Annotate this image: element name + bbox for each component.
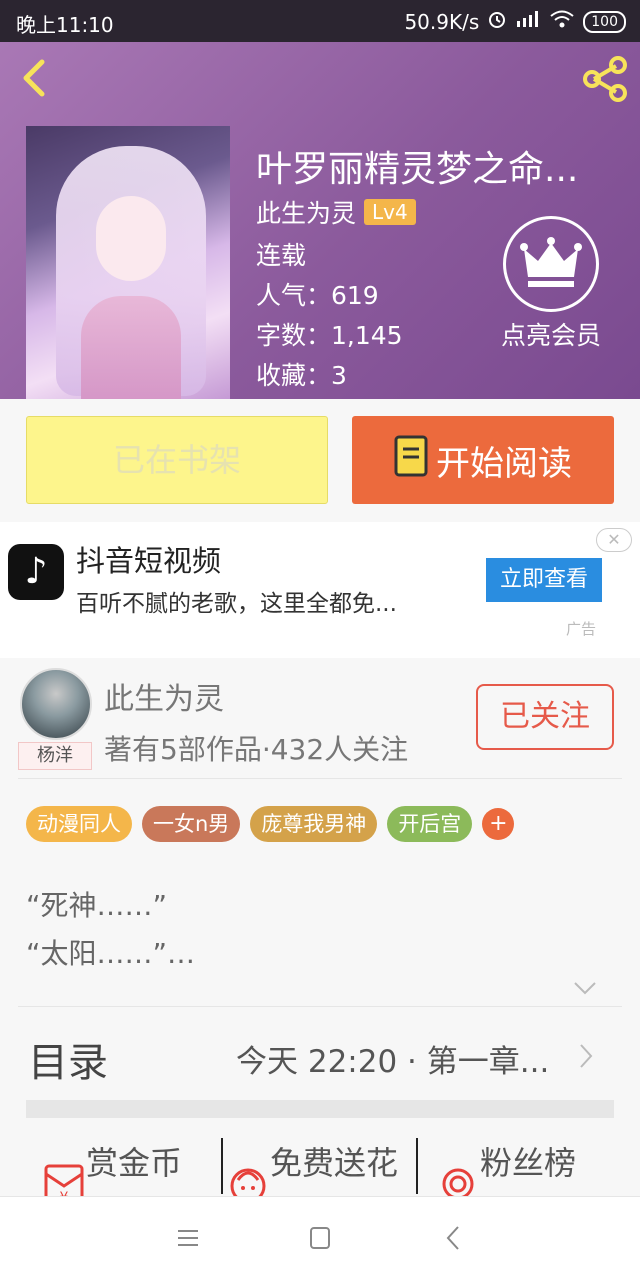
wifi-icon (549, 9, 575, 34)
book-word-count: 字数：1,145 (256, 321, 403, 350)
home-square-icon (310, 1227, 330, 1249)
book-popularity: 人气：619 (256, 281, 379, 310)
status-right: 50.9K/s 100 (404, 9, 626, 34)
back-triangle-icon (446, 1226, 459, 1250)
share-icon (583, 56, 627, 102)
start-reading-button[interactable]: 开始阅读 (352, 416, 614, 504)
divider (18, 778, 622, 779)
author-name: 此生为灵 (104, 682, 224, 717)
divider (18, 1006, 622, 1007)
start-reading-label: 开始阅读 (436, 443, 572, 484)
ad-banner[interactable]: ♪ 抖音短视频 百听不腻的老歌，这里全都免... 立即查看 ✕ 广告 (0, 522, 640, 658)
fans-label: 粉丝榜 (480, 1144, 577, 1182)
catalog-label[interactable]: 目录 (28, 1030, 108, 1088)
share-button[interactable] (580, 54, 630, 104)
intro-line: “太阳……”… (26, 937, 196, 970)
alarm-icon (487, 9, 507, 34)
tiktok-icon: ♪ (8, 544, 64, 600)
menu-icon (178, 1230, 198, 1246)
battery-indicator: 100 (583, 10, 626, 33)
chevron-right-icon (580, 1044, 593, 1068)
more-tags-button[interactable]: + (482, 808, 515, 840)
catalog-open-button[interactable] (578, 1042, 594, 1070)
book-title: 叶罗丽精灵梦之命... (256, 149, 579, 190)
tag-item[interactable]: 开后宫 (387, 806, 473, 842)
avatar-tag: 杨洋 (18, 742, 92, 770)
separator (416, 1138, 418, 1194)
section-separator (26, 1100, 614, 1118)
catalog-latest-chapter[interactable]: 今天 22:20 · 第一章... (236, 1036, 549, 1081)
book-cover[interactable] (26, 126, 230, 399)
ad-title: 抖音短视频 (76, 544, 222, 578)
book-author[interactable]: 此生为灵 (256, 194, 356, 230)
status-bar: 晚上11:10 50.9K/s 100 (0, 0, 640, 42)
vip-label: 点亮会员 (500, 321, 601, 350)
author-stats: 著有5部作品·432人关注 (104, 733, 409, 766)
system-nav-bar (0, 1196, 640, 1280)
intro-line: “死神……” (26, 889, 168, 922)
expand-intro-button[interactable] (573, 980, 597, 996)
status-time: 晚上11:10 (16, 13, 114, 37)
ad-tag: 广告 (566, 620, 597, 638)
author-level-badge: Lv4 (364, 199, 416, 225)
chevron-down-icon (574, 982, 596, 995)
tag-item[interactable]: 动漫同人 (26, 806, 132, 842)
network-speed: 50.9K/s (404, 9, 480, 34)
crown-icon (503, 216, 599, 312)
tag-list: 动漫同人 一女n男 庞尊我男神 开后宫 + (26, 806, 515, 842)
ad-close-button[interactable]: ✕ (596, 528, 632, 552)
back-button[interactable] (14, 56, 58, 100)
follow-button[interactable]: 已关注 (476, 684, 614, 750)
author-avatar[interactable] (20, 668, 92, 740)
flower-label: 免费送花 (270, 1144, 399, 1182)
reward-label: 赏金币 (86, 1144, 183, 1182)
menu-button[interactable] (170, 1223, 206, 1253)
signal-icon (515, 9, 541, 34)
book-favorites: 收藏：3 (256, 361, 347, 390)
book-status: 连载 (256, 241, 307, 270)
separator (221, 1138, 223, 1194)
book-author-row: 此生为灵 Lv4 (256, 194, 416, 230)
ad-cta-button[interactable]: 立即查看 (486, 558, 602, 602)
in-bookshelf-button[interactable]: 已在书架 (26, 416, 328, 504)
home-button[interactable] (302, 1223, 338, 1253)
tag-item[interactable]: 一女n男 (142, 806, 241, 842)
tag-item[interactable]: 庞尊我男神 (250, 806, 378, 842)
author-card[interactable]: 杨洋 此生为灵 著有5部作品·432人关注 已关注 (0, 660, 640, 778)
system-back-button[interactable] (436, 1223, 472, 1253)
vip-button[interactable]: 点亮会员 (492, 216, 610, 352)
back-icon (23, 59, 45, 97)
book-icon (394, 435, 428, 486)
ad-description: 百听不腻的老歌，这里全都免... (76, 591, 397, 617)
